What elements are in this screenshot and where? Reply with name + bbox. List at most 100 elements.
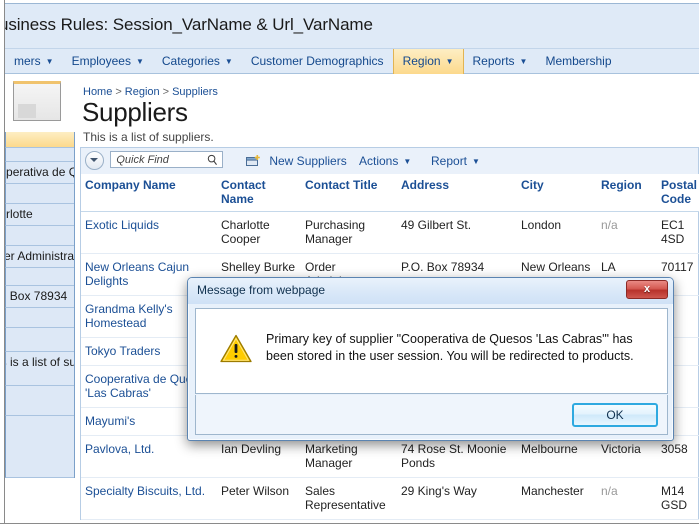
cell-city: Manchester: [517, 477, 597, 520]
warning-icon: [220, 334, 252, 363]
sidebar-row: This is a list of suppliers: [5, 352, 74, 386]
left-sidebar-panel: Cooperativa de Quesos Charlotte Order Admi…: [5, 75, 75, 527]
chevron-down-icon: ▼: [135, 57, 144, 66]
report-menu-button[interactable]: Report ▼: [431, 149, 480, 174]
chevron-down-icon: ▼: [403, 157, 412, 166]
sidebar-row: [5, 328, 74, 352]
nav-item-label: Membership: [545, 54, 612, 68]
chevron-down-icon: ▼: [224, 57, 233, 66]
window-border-left: [0, 0, 5, 527]
company-link[interactable]: Grandma Kelly's Homestead: [85, 302, 173, 330]
column-header[interactable]: Postal Code: [657, 174, 699, 212]
chevron-down-icon: ▼: [472, 157, 480, 166]
browser-viewport: usiness Rules: Session_VarName & Url_Var…: [0, 0, 699, 527]
cell-city: London: [517, 211, 597, 254]
table-header: Company Name Contact Name Contact Title Add…: [81, 174, 699, 212]
actions-menu-button[interactable]: Actions ▼: [359, 149, 411, 174]
company-link[interactable]: Specialty Biscuits, Ltd.: [85, 484, 205, 498]
table-row[interactable]: Pavlova, Ltd. Ian Devling Marketing Manage…: [81, 435, 699, 478]
window-border-bottom: [0, 523, 699, 527]
cell-contact: Ian Devling: [217, 435, 301, 478]
chevron-down-icon[interactable]: [85, 151, 104, 170]
cell-address: 29 King's Way: [397, 477, 517, 520]
column-header[interactable]: City: [517, 174, 597, 212]
column-header[interactable]: Company Name: [81, 174, 217, 212]
sidebar-row: [5, 184, 74, 204]
nav-item-region[interactable]: Region ▼: [392, 49, 464, 74]
company-link[interactable]: Exotic Liquids: [85, 218, 159, 232]
cell-company[interactable]: Specialty Biscuits, Ltd.: [81, 477, 217, 520]
nav-item-membership[interactable]: Membership: [536, 49, 620, 74]
nav-item-customer-demographics[interactable]: Customer Demographics: [242, 49, 393, 74]
sidebar-row: P.O. Box 78934: [5, 286, 74, 308]
nav-item-reports[interactable]: Reports ▼: [464, 49, 537, 74]
nav-item-label: Customer Demographics: [250, 54, 384, 68]
column-header[interactable]: Address: [397, 174, 517, 212]
table-row[interactable]: Specialty Biscuits, Ltd. Peter Wilson Sale…: [81, 477, 699, 520]
page-title: Suppliers: [82, 97, 188, 127]
cell-title: Marketing Manager: [301, 435, 397, 478]
nav-item-label: Reports: [472, 54, 515, 68]
nav-item-label: Region: [402, 54, 441, 68]
column-header[interactable]: Contact Name: [217, 174, 301, 212]
cell-contact: Charlotte Cooper: [217, 211, 301, 254]
cell-title: Purchasing Manager: [301, 211, 397, 254]
company-link[interactable]: Mayumi's: [85, 414, 135, 428]
nav-item-categories[interactable]: Categories ▼: [153, 49, 242, 74]
table-row[interactable]: Exotic Liquids Charlotte Cooper Purchasing…: [81, 211, 699, 254]
dialog-body: Primary key of supplier "Cooperativa de …: [195, 308, 668, 394]
actions-label: Actions: [359, 154, 399, 168]
cell-company[interactable]: Exotic Liquids: [81, 211, 217, 254]
nav-item-label: Categories: [161, 54, 220, 68]
page-description: This is a list of suppliers.: [83, 130, 214, 144]
chevron-down-icon: ▼: [45, 57, 54, 66]
company-link[interactable]: New Orleans Cajun Delights: [85, 260, 189, 288]
sidebar-row-text: This is a list of suppliers: [6, 355, 74, 369]
close-icon[interactable]: x: [626, 280, 668, 299]
cell-postal: M14 GSD: [657, 477, 699, 520]
window-border-top: [0, 0, 699, 4]
sidebar-row: Charlotte: [5, 204, 74, 226]
message-dialog: Message from webpage x Primary key of su…: [187, 277, 674, 441]
report-label: Report: [431, 154, 468, 168]
page-header-title: usiness Rules: Session_VarName & Url_Var…: [0, 15, 373, 34]
dialog-title: Message from webpage: [197, 283, 326, 297]
cell-city: Melbourne: [517, 435, 597, 478]
cell-contact: Peter Wilson: [217, 477, 301, 520]
search-placeholder: Quick Find: [116, 154, 169, 166]
sidebar-row-text: P.O. Box 78934: [6, 289, 68, 303]
dialog-titlebar: Message from webpage x: [188, 278, 673, 304]
sidebar-row-text: Charlotte: [6, 207, 33, 221]
column-header[interactable]: Contact Title: [301, 174, 397, 212]
sidebar-row: [5, 148, 74, 162]
new-suppliers-button[interactable]: New Suppliers: [246, 149, 347, 174]
search-icon: [208, 154, 218, 166]
sidebar-row: Order Administrator: [5, 246, 74, 268]
sidebar-row: [5, 386, 74, 416]
cell-postal: EC1 4SD: [657, 211, 699, 254]
cell-region: n/a: [597, 477, 657, 520]
sidebar-row: Cooperativa de Quesos: [5, 162, 74, 184]
new-suppliers-label: New Suppliers: [269, 154, 347, 168]
page-header-band: usiness Rules: Session_VarName & Url_Var…: [0, 4, 699, 48]
company-link[interactable]: Tokyo Traders: [85, 344, 160, 358]
search-input[interactable]: Quick Find: [110, 151, 224, 168]
cell-company[interactable]: Pavlova, Ltd.: [81, 435, 217, 478]
sidebar-row: [5, 132, 74, 148]
dialog-message: Primary key of supplier "Cooperativa de …: [266, 332, 634, 363]
nav-item-mers[interactable]: mers ▼: [5, 49, 63, 74]
ok-button[interactable]: OK: [572, 403, 658, 427]
table-header-row: Company Name Contact Name Contact Title Add…: [81, 174, 699, 212]
chevron-down-icon: ▼: [519, 57, 528, 66]
nav-item-employees[interactable]: Employees ▼: [63, 49, 153, 74]
chevron-down-icon: ▼: [445, 57, 454, 66]
cell-address: 74 Rose St. Moonie Ponds: [397, 435, 517, 478]
column-header[interactable]: Region: [597, 174, 657, 212]
cell-address: 49 Gilbert St.: [397, 211, 517, 254]
cell-region: n/a: [597, 211, 657, 254]
new-record-icon: [246, 151, 262, 166]
nav-item-label: mers: [14, 54, 41, 68]
company-link[interactable]: Pavlova, Ltd.: [85, 442, 154, 456]
sidebar-thumbnail: [13, 81, 61, 121]
sidebar-row: [5, 308, 74, 328]
